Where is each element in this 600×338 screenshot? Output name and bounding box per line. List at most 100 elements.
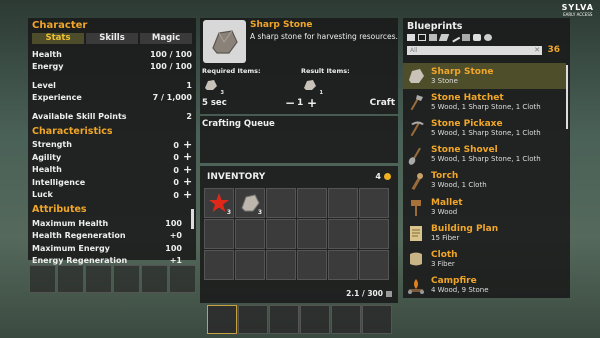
- inventory-slot[interactable]: [266, 188, 296, 218]
- blueprint-item-stone-shovel[interactable]: Stone Shovel 5 Wood, 1 Sharp Stone, 1 Clo…: [403, 142, 566, 168]
- blueprint-category-filters: [407, 32, 492, 43]
- category-storage-icon[interactable]: [418, 34, 426, 41]
- inventory-slot[interactable]: [204, 250, 234, 280]
- stat-skill-points: Available Skill Points 2: [32, 111, 192, 121]
- blueprints-panel: Blueprints All ✕ 36 Sharp Stone 3 Stone St…: [403, 18, 570, 298]
- inventory-slot[interactable]: [204, 219, 234, 249]
- craft-item-name: Sharp Stone: [250, 20, 313, 30]
- inventory-slot[interactable]: [297, 188, 327, 218]
- character-title: Character: [32, 20, 88, 31]
- result-stone-icon: 1: [303, 79, 323, 96]
- blueprint-scrollbar[interactable]: [566, 65, 568, 129]
- attribute-row: Health Regeneration +0: [32, 231, 182, 241]
- equipment-bar: [29, 265, 196, 293]
- blueprint-list: Sharp Stone 3 Stone Stone Hatchet 5 Wood, 1…: [403, 63, 566, 299]
- category-building-icon[interactable]: [429, 34, 437, 41]
- equip-slot-hands[interactable]: [113, 265, 140, 293]
- tab-skills[interactable]: Skills: [86, 33, 138, 44]
- equip-slot-legs[interactable]: [141, 265, 168, 293]
- inventory-slot[interactable]: [266, 219, 296, 249]
- attributes-scrollbar[interactable]: [191, 209, 194, 229]
- blueprint-item-campfire[interactable]: Campfire 4 Wood, 9 Stone: [403, 273, 566, 299]
- inventory-grid: 33: [204, 188, 389, 280]
- inventory-panel: INVENTORY 4 33 2.1 / 300: [200, 166, 398, 303]
- inventory-slot[interactable]: [328, 188, 358, 218]
- equip-slot-chest[interactable]: [57, 265, 84, 293]
- torch-icon: [406, 171, 426, 191]
- inventory-slot[interactable]: [328, 250, 358, 280]
- inventory-slot[interactable]: [266, 250, 296, 280]
- blueprint-item-stone-pickaxe[interactable]: Stone Pickaxe 5 Wood, 1 Sharp Stone, 1 Cl…: [403, 115, 566, 141]
- hotbar-slot[interactable]: [331, 305, 361, 334]
- blueprint-item-building-plan[interactable]: Building Plan 15 Fiber: [403, 220, 566, 246]
- category-all-icon[interactable]: [407, 34, 415, 41]
- increase-agility-button[interactable]: +: [183, 151, 192, 162]
- blueprint-item-torch[interactable]: Torch 3 Wood, 1 Cloth: [403, 168, 566, 194]
- blueprint-search-input[interactable]: All ✕: [407, 46, 542, 55]
- attribute-row: Maximum Health 100: [32, 218, 182, 228]
- increase-intelligence-button[interactable]: +: [183, 176, 192, 187]
- hotbar: [207, 305, 392, 334]
- characteristic-intelligence: Intelligence 0 +: [32, 175, 193, 189]
- hotbar-slot[interactable]: [238, 305, 268, 334]
- characteristic-luck: Luck 0 +: [32, 187, 193, 201]
- cloth-icon: [406, 249, 426, 269]
- game-logo: SYLVA EARLY ACCESS: [561, 3, 594, 17]
- stat-experience: Experience 7 / 1,000: [32, 93, 192, 103]
- category-crafting-icon[interactable]: [462, 34, 470, 41]
- category-misc-icon[interactable]: [484, 34, 492, 41]
- craft-item-icon: [203, 20, 246, 63]
- weight-icon: [386, 290, 392, 297]
- inventory-slot[interactable]: [359, 250, 389, 280]
- category-weapons-icon[interactable]: [449, 32, 461, 43]
- hotbar-slot[interactable]: [207, 305, 237, 334]
- inventory-slot[interactable]: [328, 219, 358, 249]
- hotbar-slot[interactable]: [269, 305, 299, 334]
- blueprint-item-stone-hatchet[interactable]: Stone Hatchet 5 Wood, 1 Sharp Stone, 1 Cl…: [403, 89, 566, 115]
- increase-strength-button[interactable]: +: [183, 139, 192, 150]
- craft-item-description: A sharp stone for harvesting resources.: [250, 32, 398, 41]
- category-equipment-icon[interactable]: [473, 34, 481, 41]
- hotbar-slot[interactable]: [300, 305, 330, 334]
- equip-slot-back[interactable]: [85, 265, 112, 293]
- blueprint-item-cloth[interactable]: Cloth 3 Fiber: [403, 246, 566, 272]
- mallet-icon: [406, 197, 426, 217]
- hotbar-slot[interactable]: [362, 305, 392, 334]
- inventory-slot[interactable]: 3: [235, 188, 265, 218]
- coin-counter: 4: [375, 172, 391, 181]
- increase-luck-button[interactable]: +: [183, 189, 192, 200]
- quantity-increase-button[interactable]: +: [307, 96, 317, 110]
- inventory-weight: 2.1 / 300: [346, 289, 392, 298]
- required-items-label: Required Items:: [202, 67, 261, 75]
- equip-slot-head[interactable]: [29, 265, 56, 293]
- inventory-slot[interactable]: [235, 250, 265, 280]
- blueprint-item-sharp-stone[interactable]: Sharp Stone 3 Stone: [403, 63, 566, 90]
- inventory-title: INVENTORY: [207, 172, 266, 182]
- coin-icon: [384, 173, 391, 180]
- characteristic-strength: Strength 0 +: [32, 137, 193, 151]
- character-panel: Character Stats Skills Magic Health 100 /…: [28, 18, 196, 265]
- clear-search-icon[interactable]: ✕: [534, 46, 540, 55]
- inventory-slot[interactable]: [297, 219, 327, 249]
- inventory-slot[interactable]: 3: [204, 188, 234, 218]
- scroll-icon: [406, 223, 426, 243]
- blueprint-item-mallet[interactable]: Mallet 3 Wood: [403, 194, 566, 220]
- equip-slot-feet[interactable]: [169, 265, 196, 293]
- stat-level: Level 1: [32, 80, 192, 90]
- tab-stats[interactable]: Stats: [32, 33, 84, 44]
- crafting-queue-panel: Crafting Queue: [200, 116, 398, 163]
- craft-quantity: 1: [297, 98, 304, 108]
- quantity-decrease-button[interactable]: −: [285, 96, 295, 110]
- result-items-label: Result Items:: [301, 67, 350, 75]
- inventory-slot[interactable]: [359, 219, 389, 249]
- craft-button[interactable]: Craft: [370, 98, 395, 108]
- inventory-slot[interactable]: [235, 219, 265, 249]
- hatchet-icon: [406, 92, 426, 112]
- inventory-slot[interactable]: [297, 250, 327, 280]
- attribute-row: Maximum Energy 100: [32, 243, 182, 253]
- increase-health-button[interactable]: +: [183, 164, 192, 175]
- category-tools-icon[interactable]: [438, 34, 450, 41]
- stat-health: Health 100 / 100: [32, 49, 192, 59]
- tab-magic[interactable]: Magic: [140, 33, 192, 44]
- inventory-slot[interactable]: [359, 188, 389, 218]
